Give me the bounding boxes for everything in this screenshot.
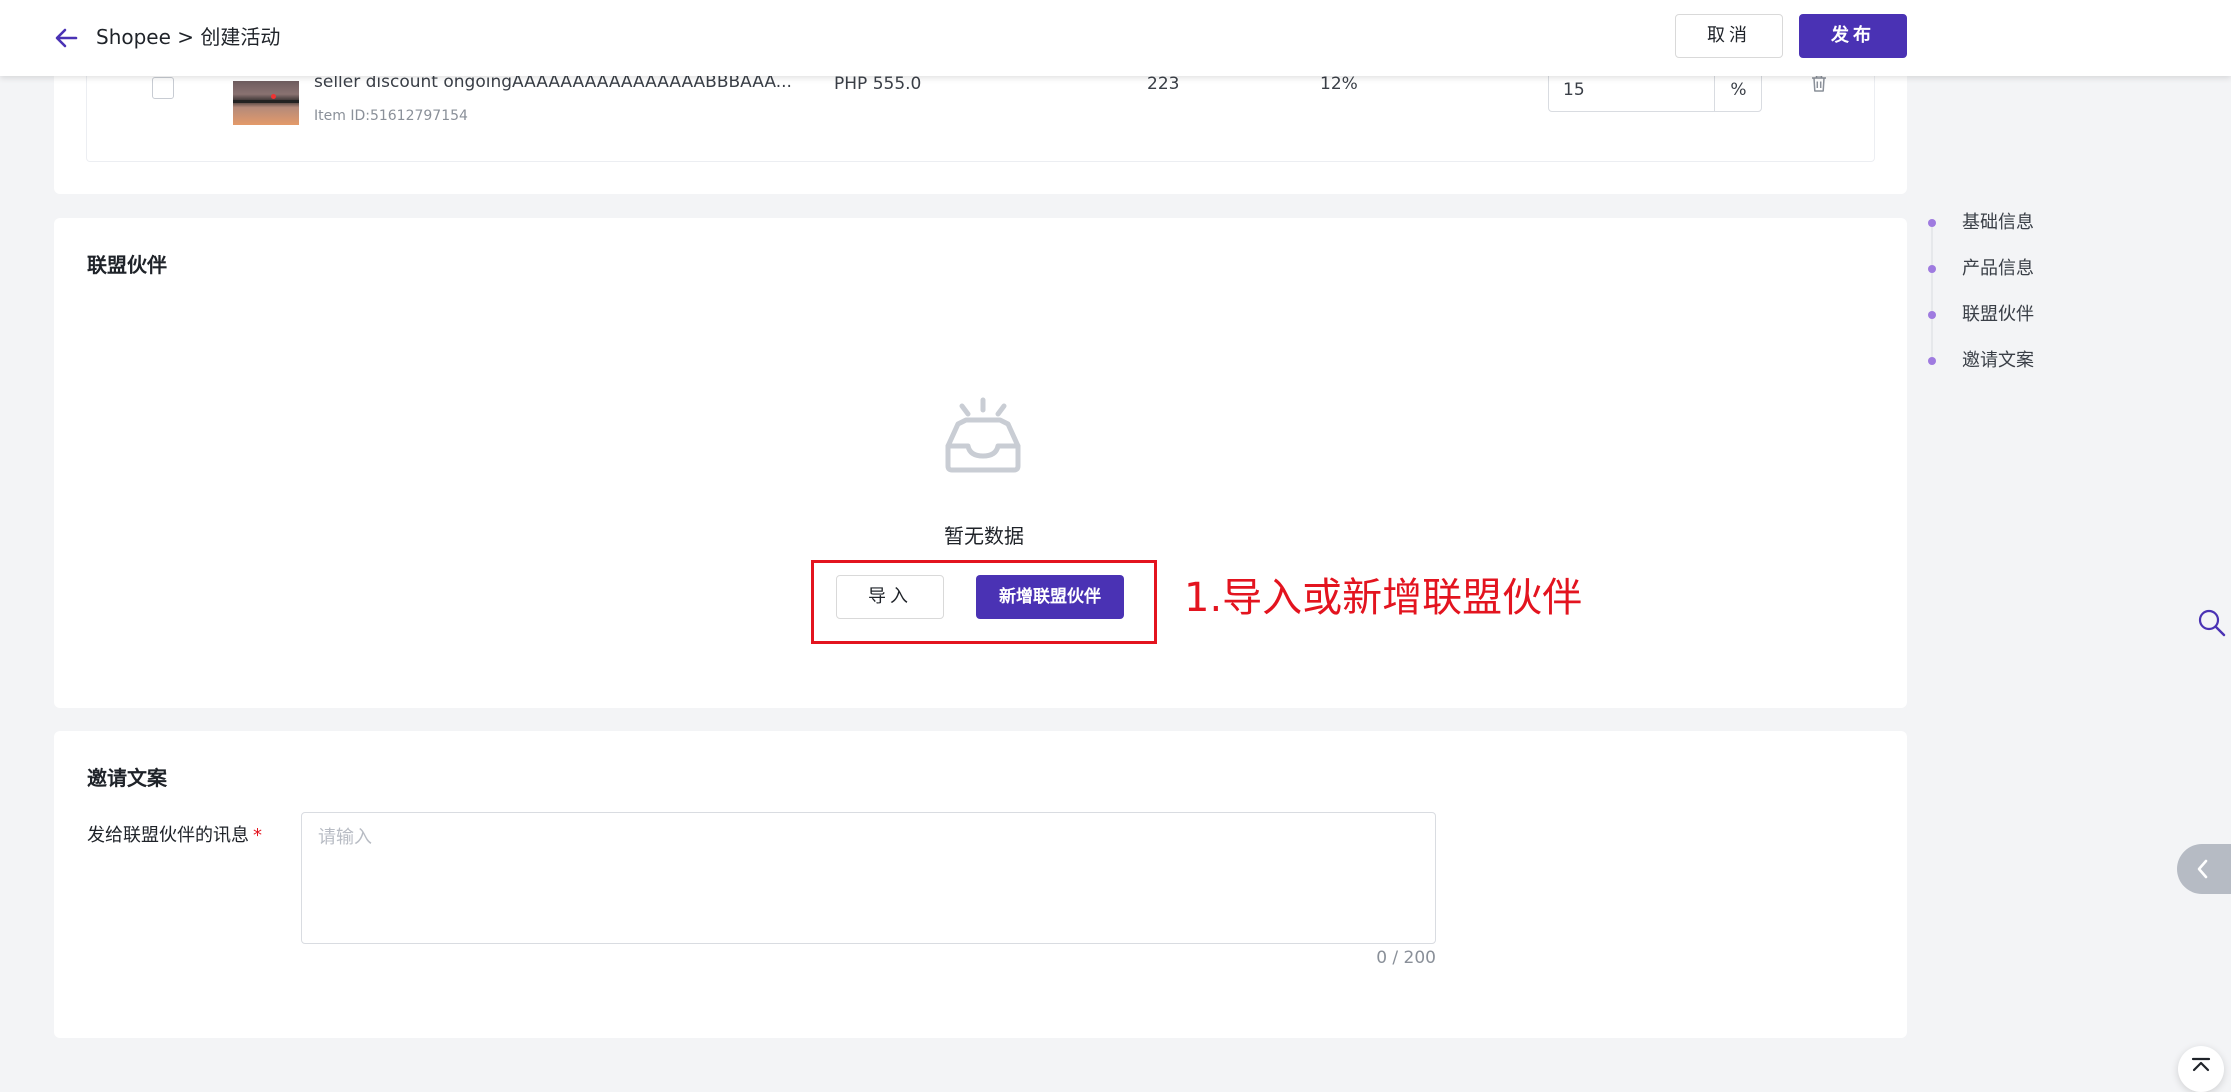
required-mark: * [253,825,262,846]
anchor-dot [1928,311,1936,319]
chevron-left-icon [2197,859,2208,879]
add-partner-button[interactable]: 新增联盟伙伴 [976,575,1124,619]
anchor-nav-item-basic[interactable]: 基础信息 [1928,200,2108,246]
product-sales: 223 [1147,74,1180,94]
anchor-nav-item-partners[interactable]: 联盟伙伴 [1928,292,2108,338]
message-textarea[interactable] [301,812,1436,944]
message-field-label: 发给联盟伙伴的讯息 * [87,821,262,847]
empty-state-text: 暂无数据 [944,524,1024,548]
char-counter: 0 / 200 [1376,948,1436,968]
anchor-dot [1928,357,1936,365]
product-thumbnail [233,81,299,125]
anchor-nav-label: 产品信息 [1962,258,2034,279]
invite-title: 邀请文案 [87,766,167,790]
empty-inbox-icon [945,397,1021,473]
message-label-text: 发给联盟伙伴的讯息 [87,825,249,846]
annotation-text: 1.导入或新增联盟伙伴 [1184,575,1583,621]
anchor-nav-label: 邀请文案 [1962,350,2034,371]
product-rate: 12% [1320,74,1358,94]
invite-card: 邀请文案 发给联盟伙伴的讯息* 0 / 200 [54,731,1907,1038]
anchor-nav-item-invite[interactable]: 邀请文案 [1928,338,2108,384]
import-button[interactable]: 导入 [836,575,944,619]
anchor-nav: 基础信息 产品信息 联盟伙伴 邀请文案 [1928,200,2108,384]
product-item-id: Item ID:51612797154 [314,108,468,124]
publish-button[interactable]: 发布 [1799,14,1907,58]
partners-title: 联盟伙伴 [87,253,167,277]
breadcrumb: Shopee > 创建活动 [96,25,281,49]
anchor-dot [1928,219,1936,227]
anchor-dot [1928,265,1936,273]
anchor-nav-label: 基础信息 [1962,212,2034,233]
back-arrow-icon[interactable] [50,22,82,54]
back-to-top-button[interactable] [2178,1046,2224,1092]
search-icon[interactable] [2197,608,2227,638]
anchor-nav-item-products[interactable]: 产品信息 [1928,246,2108,292]
cancel-button[interactable]: 取消 [1675,14,1783,58]
back-to-top-icon [2191,1057,2211,1072]
row-checkbox[interactable] [152,77,174,99]
side-panel-toggle[interactable] [2177,844,2231,894]
product-price: PHP 555.0 [834,74,922,94]
top-header: Shopee > 创建活动 取消 发布 [0,0,2231,76]
anchor-nav-label: 联盟伙伴 [1962,304,2034,325]
partners-card: 联盟伙伴 暂无数据 导入 新增联盟伙伴 1.导入或新增联盟伙伴 [54,218,1907,708]
